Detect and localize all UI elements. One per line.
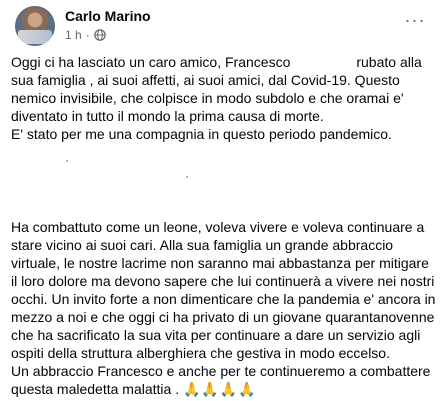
facebook-post: Carlo Marino 1 h · ··· Oggi ci ha lascia… xyxy=(0,0,444,401)
paragraph-1-part-1: Oggi ci ha lasciato un caro amico, Franc… xyxy=(11,54,291,70)
more-options-icon[interactable]: ··· xyxy=(401,10,429,30)
paragraph-3: Un abbraccio Francesco e anche per te co… xyxy=(11,362,436,398)
post-time[interactable]: 1 h xyxy=(65,28,82,42)
paragraph-2: Ha combattuto come un leone, voleva vive… xyxy=(11,219,436,361)
praying-hands-emoji: 🙏🙏🙏🙏 xyxy=(183,381,257,397)
speck xyxy=(186,176,188,178)
spacer-redacted xyxy=(11,156,436,218)
globe-icon[interactable] xyxy=(93,29,106,41)
paragraph-1: Oggi ci ha lasciato un caro amico, Franc… xyxy=(11,53,436,125)
avatar-frame xyxy=(18,30,52,44)
post-text: Oggi ci ha lasciato un caro amico, Franc… xyxy=(11,53,436,398)
author-name[interactable]: Carlo Marino xyxy=(65,8,151,24)
avatar[interactable] xyxy=(15,6,55,46)
paragraph-1-line-2: E' stato per me una compagnia in questo … xyxy=(11,126,392,142)
post-meta: 1 h · xyxy=(65,28,106,42)
meta-separator: · xyxy=(85,28,90,42)
speck xyxy=(66,160,68,162)
